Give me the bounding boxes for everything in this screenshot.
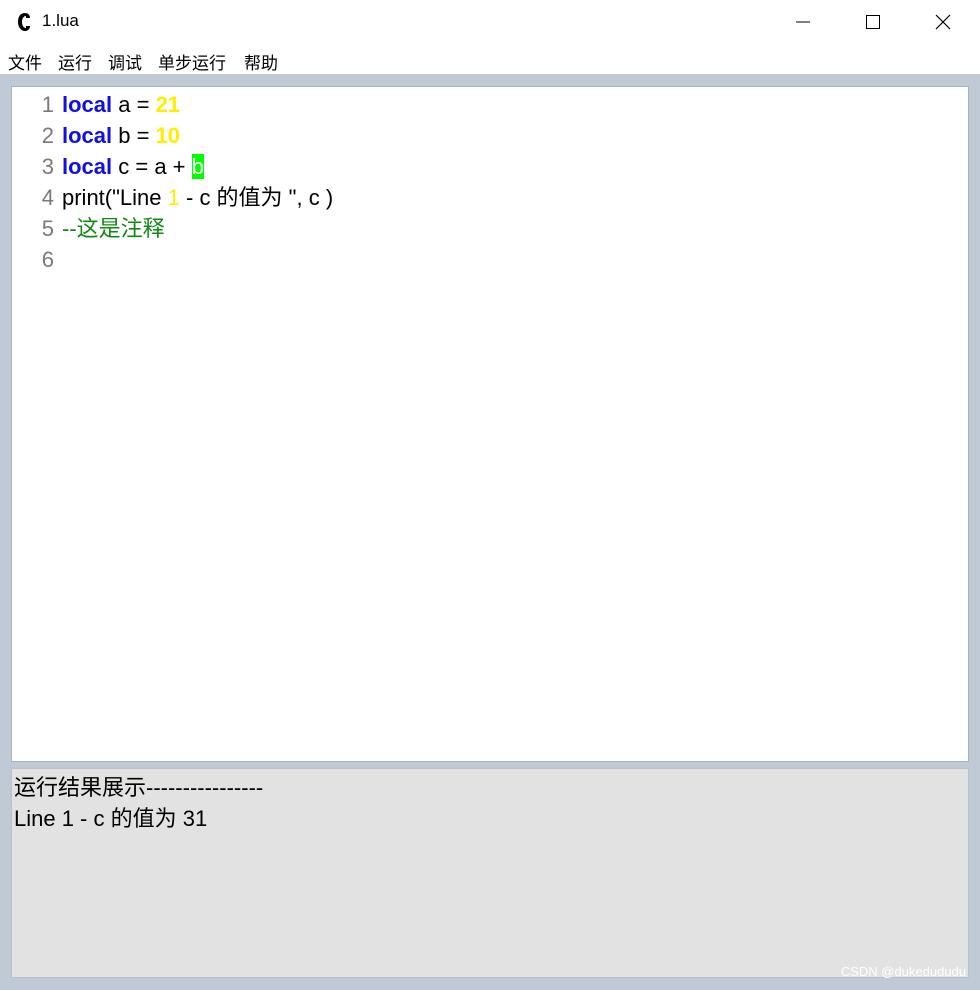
code-segment: a =	[112, 92, 156, 117]
line-number: 5	[41, 216, 54, 241]
code-text: print("Line 1 - c 的值为 ", c )	[62, 182, 333, 213]
number-literal: 1	[167, 185, 180, 210]
menu-run[interactable]: 运行	[58, 49, 92, 74]
menu-help[interactable]: 帮助	[244, 49, 278, 74]
selected-text: b	[191, 154, 204, 179]
line-number: 6	[41, 247, 54, 272]
menu-file[interactable]: 文件	[8, 49, 42, 74]
code-text: local c = a + b	[62, 151, 204, 182]
lua-app-icon	[16, 12, 34, 32]
maximize-icon	[866, 15, 880, 29]
code-line: 3 local c = a + b	[12, 151, 952, 182]
code-editor[interactable]: 1 local a = 21 2 local b = 10 3 local c …	[11, 86, 969, 762]
output-header: 运行结果展示----------------	[14, 775, 264, 800]
output-line: Line 1 - c 的值为 31	[14, 806, 208, 831]
output-panel[interactable]: 运行结果展示---------------- Line 1 - c 的值为 31	[11, 768, 969, 978]
keyword: local	[62, 123, 113, 148]
comment-text: --这是注释	[62, 216, 165, 241]
number-literal: 21	[155, 92, 181, 117]
code-text: local b = 10	[62, 120, 180, 151]
code-segment: - c 的值为 ", c )	[179, 185, 334, 210]
menu-debug[interactable]: 调试	[108, 49, 142, 74]
close-icon	[935, 14, 951, 30]
keyword: local	[62, 92, 113, 117]
menu-step-run[interactable]: 单步运行	[158, 49, 226, 74]
code-segment: print("Line	[62, 185, 168, 210]
code-line: 2 local b = 10	[12, 120, 952, 151]
code-line: 5 --这是注释	[12, 213, 952, 244]
close-button[interactable]	[908, 0, 978, 44]
line-number: 3	[41, 154, 54, 179]
title-bar[interactable]: 1.lua	[0, 0, 980, 44]
code-segment: c = a +	[112, 154, 192, 179]
code-segment: b =	[112, 123, 156, 148]
window-frame	[0, 74, 11, 990]
line-number: 1	[41, 92, 54, 117]
code-line: 4 print("Line 1 - c 的值为 ", c )	[12, 182, 952, 213]
minimize-icon	[796, 21, 810, 23]
code-text: local a = 21	[62, 89, 180, 120]
watermark: CSDN @dukedududu	[840, 964, 966, 979]
line-number: 4	[41, 185, 54, 210]
window-title: 1.lua	[42, 11, 79, 30]
minimize-button[interactable]	[768, 0, 838, 44]
menu-bar: 文件 运行 调试 单步运行 帮助	[0, 44, 980, 74]
number-literal: 10	[155, 123, 181, 148]
code-line: 6	[12, 244, 952, 275]
maximize-button[interactable]	[838, 0, 908, 44]
line-number: 2	[41, 123, 54, 148]
code-line: 1 local a = 21	[12, 89, 952, 120]
keyword: local	[62, 154, 113, 179]
